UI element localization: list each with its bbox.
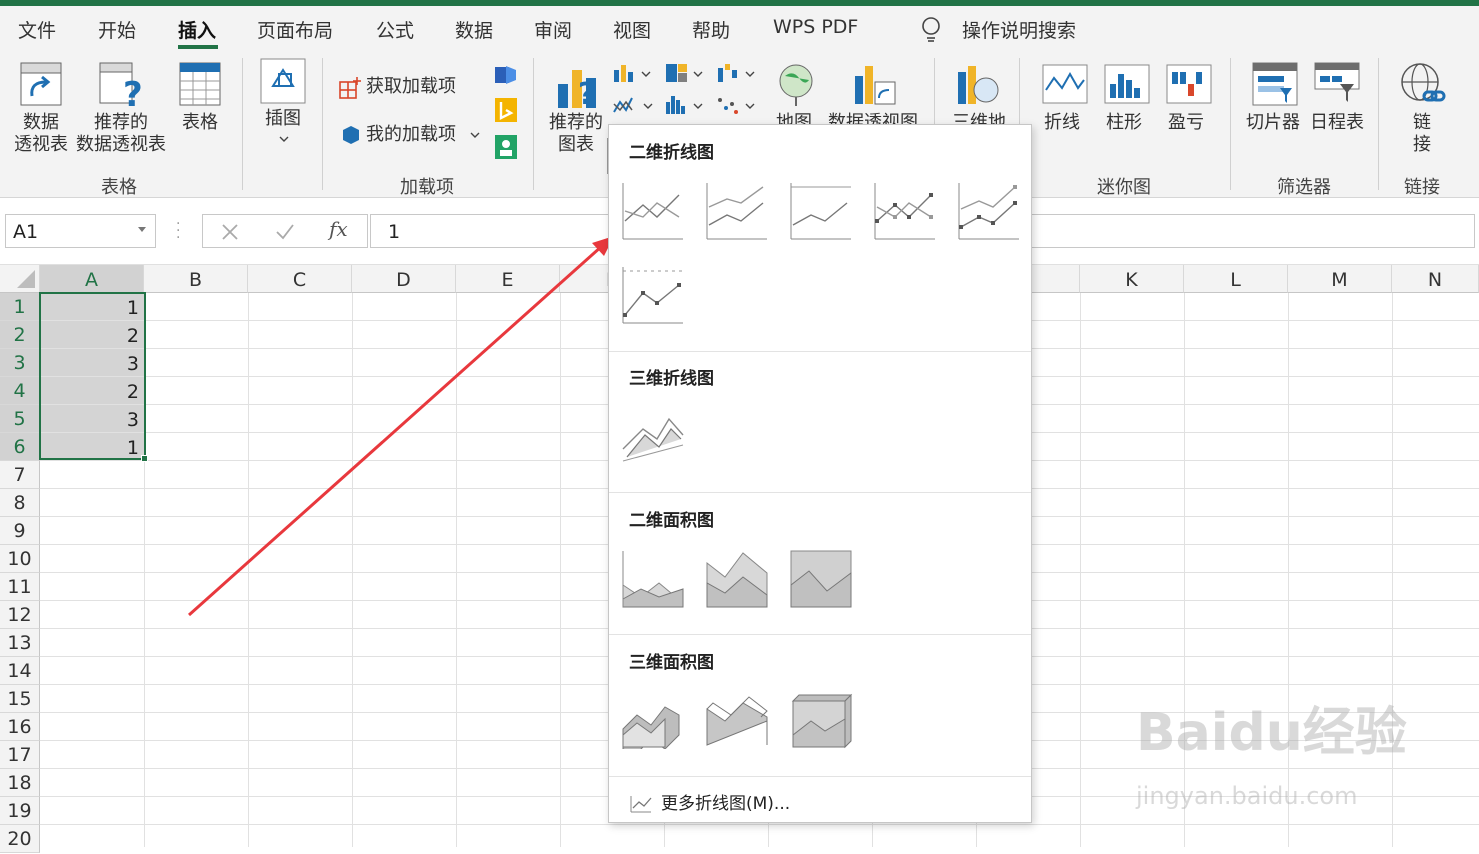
line-chart-small-icon <box>630 796 652 813</box>
100-stacked-area-chart-option[interactable] <box>789 549 853 609</box>
3d-area-chart-option[interactable] <box>621 689 685 749</box>
3d-stacked-area-chart-option[interactable] <box>705 689 769 749</box>
3d-line-chart-option[interactable] <box>621 405 685 465</box>
section-divider <box>609 351 1031 352</box>
more-line-charts-link[interactable]: 更多折线图(M)... <box>629 789 790 814</box>
line-chart-dropdown: 二维折线图 三维折线图 二维面积图 三维面积图 更多折线图(M)... <box>608 124 1032 823</box>
3d-100-stacked-area-chart-option[interactable] <box>789 689 853 749</box>
section-divider <box>609 776 1031 777</box>
section-2d-area: 二维面积图 <box>629 511 714 531</box>
section-3d-area: 三维面积图 <box>629 653 714 673</box>
watermark-url: jingyan.baidu.com <box>1136 782 1358 810</box>
line-chart-option[interactable] <box>621 181 685 241</box>
stacked-area-chart-option[interactable] <box>705 549 769 609</box>
line-with-markers-option[interactable] <box>873 181 937 241</box>
100-stacked-line-chart-option[interactable] <box>789 181 853 241</box>
section-2d-line: 二维折线图 <box>629 143 714 163</box>
stacked-line-markers-option[interactable] <box>957 181 1021 241</box>
area-chart-option[interactable] <box>621 549 685 609</box>
section-divider <box>609 492 1031 493</box>
stacked-line-chart-option[interactable] <box>705 181 769 241</box>
watermark-logo: Baidu经验 <box>1136 703 1407 763</box>
section-divider <box>609 634 1031 635</box>
100-stacked-line-markers-option[interactable] <box>621 265 685 325</box>
section-3d-line: 三维折线图 <box>629 369 714 389</box>
more-line-charts-label: 更多折线图(M)... <box>661 794 791 814</box>
